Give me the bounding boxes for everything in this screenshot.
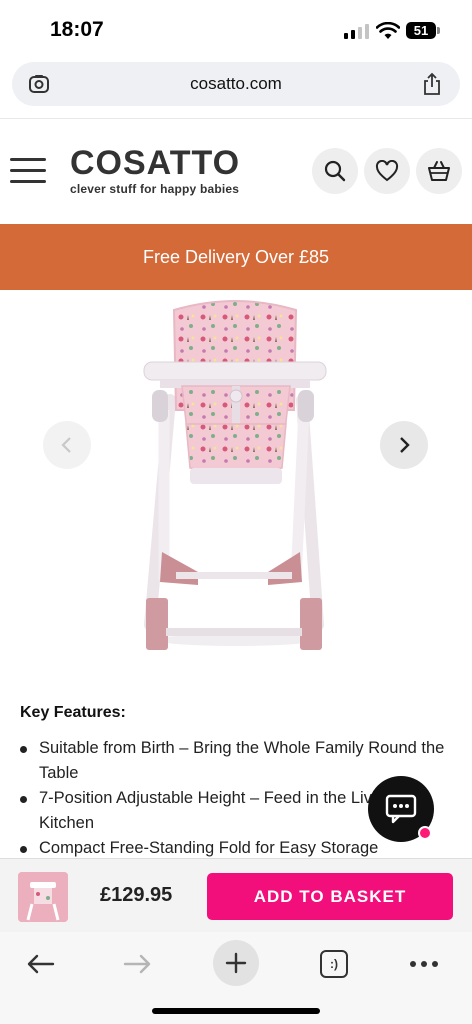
promo-banner[interactable]: Free Delivery Over £85 <box>0 224 472 290</box>
site-logo[interactable]: COSATTO clever stuff for happy babies <box>70 146 240 196</box>
more-icon <box>410 961 438 967</box>
forward-icon <box>123 954 151 974</box>
product-image[interactable] <box>0 290 472 670</box>
basket-icon <box>428 161 450 181</box>
product-thumbnail[interactable] <box>18 872 68 922</box>
chevron-left-icon <box>61 437 71 453</box>
chat-button[interactable] <box>368 776 434 842</box>
share-icon[interactable] <box>422 72 442 96</box>
heart-icon <box>375 160 399 182</box>
plus-icon <box>225 952 247 974</box>
chevron-right-icon <box>400 437 410 453</box>
address-bar[interactable]: cosatto.com <box>12 62 460 106</box>
add-to-basket-button[interactable]: ADD TO BASKET <box>207 873 453 920</box>
forward-button[interactable] <box>118 940 158 988</box>
search-icon <box>324 160 346 182</box>
search-button[interactable] <box>312 148 358 194</box>
divider <box>0 118 472 119</box>
cellular-signal-icon <box>344 24 369 39</box>
chat-notification-badge <box>418 826 432 840</box>
status-bar: 18:07 51 <box>0 0 472 60</box>
battery-indicator: 51 <box>406 22 436 39</box>
logo-brand: COSATTO <box>70 144 241 182</box>
wifi-icon <box>376 22 400 39</box>
product-price: £129.95 <box>100 884 173 906</box>
gallery-next-button[interactable] <box>380 421 428 469</box>
chat-icon <box>385 794 417 824</box>
tabs-count: :) <box>330 957 338 971</box>
menu-icon[interactable] <box>10 158 46 184</box>
product-gallery[interactable] <box>0 290 472 670</box>
more-button[interactable] <box>404 940 444 988</box>
basket-button[interactable] <box>416 148 462 194</box>
new-tab-button[interactable] <box>213 940 259 986</box>
tabs-icon: :) <box>320 950 348 978</box>
tabs-button[interactable]: :) <box>314 940 354 988</box>
wishlist-button[interactable] <box>364 148 410 194</box>
sticky-cart-bar: £129.95 ADD TO BASKET <box>0 858 472 932</box>
logo-tagline: clever stuff for happy babies <box>70 182 240 196</box>
back-button[interactable] <box>20 940 60 988</box>
status-time: 18:07 <box>50 18 104 41</box>
gallery-prev-button[interactable] <box>43 421 91 469</box>
home-indicator <box>152 1008 320 1014</box>
features-heading: Key Features: <box>20 704 126 721</box>
url-text[interactable]: cosatto.com <box>12 74 460 94</box>
battery-cap <box>437 27 440 34</box>
back-icon <box>27 954 55 974</box>
